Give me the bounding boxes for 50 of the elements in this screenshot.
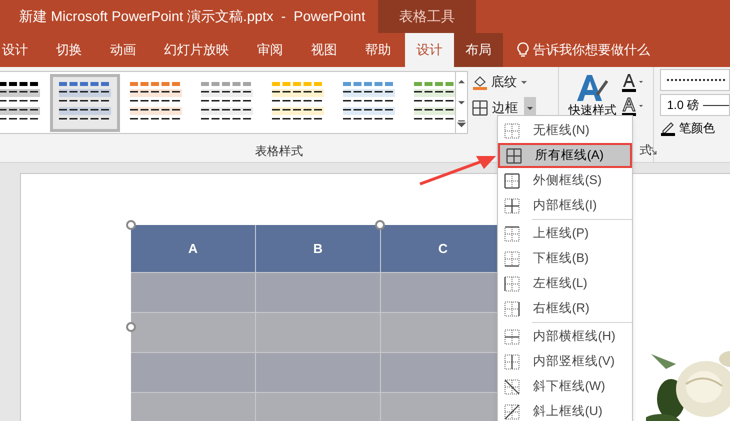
border-icon [504,172,520,188]
border-icon [472,100,488,116]
shading-button[interactable]: 底纹 [472,71,536,93]
ribbon-tab[interactable]: 设计 [405,33,454,67]
ribbon-tab[interactable]: 视图 [297,33,351,67]
ribbon-tab[interactable]: 幻灯片放映 [150,33,243,67]
border-icon [504,328,520,344]
text-outline-icon[interactable] [621,97,646,117]
menu-item[interactable]: 所有框线(A) [498,143,632,168]
border-icon [504,404,520,420]
group-label: 表格样式 [255,143,304,160]
border-icon [504,122,520,138]
resize-handle[interactable] [375,220,385,230]
resize-handle[interactable] [126,322,136,332]
quick-styles-button[interactable]: 快速样式 [567,73,618,117]
border-icon [504,276,520,292]
ribbon-tab[interactable]: 布局 [454,33,503,67]
text-fill-icon[interactable] [621,73,646,93]
lightbulb-icon [517,42,529,58]
text-brush-icon [575,73,610,103]
line-weight-dropdown[interactable]: 1.0 磅 [660,94,730,116]
border-icon [504,300,520,316]
slide-table[interactable]: A B C [131,225,531,421]
dialog-launcher-icon[interactable] [649,147,657,155]
ribbon-tab[interactable]: 审阅 [243,33,297,67]
line-style-dropdown[interactable] [660,69,730,91]
border-icon [504,226,520,242]
ribbon-tab[interactable]: 动画 [96,33,150,67]
context-tab-label: 表格工具 [378,0,476,33]
border-icon [506,148,522,164]
paint-bucket-icon [472,74,488,90]
border-icon [504,198,520,214]
window-title: 新建 Microsoft PowerPoint 演示文稿.pptx - PowerPoint [18,7,366,26]
menu-item[interactable]: 内部框线(I) [498,193,632,218]
pen-color-button[interactable]: 笔颜色 [660,119,730,137]
border-icon [504,250,520,266]
menu-item[interactable]: 无框线(N) [498,118,632,143]
ribbon-tab[interactable]: 帮助 [351,33,405,67]
menu-item[interactable]: 外侧框线(S) [498,168,632,193]
border-icon [504,354,520,370]
dotted-line-icon [667,78,727,82]
ribbon-tab[interactable]: 设计 [0,33,42,67]
tell-me-search[interactable]: 告诉我你想要做什么 [503,33,650,67]
dropdown-arrow-icon[interactable] [520,78,528,86]
table-style-thumbnail[interactable] [50,74,120,132]
pen-icon [660,120,676,136]
border-icon [504,378,520,394]
resize-handle[interactable] [126,220,136,230]
ribbon-tab[interactable]: 切换 [42,33,96,67]
group-label: 式 [639,142,652,159]
